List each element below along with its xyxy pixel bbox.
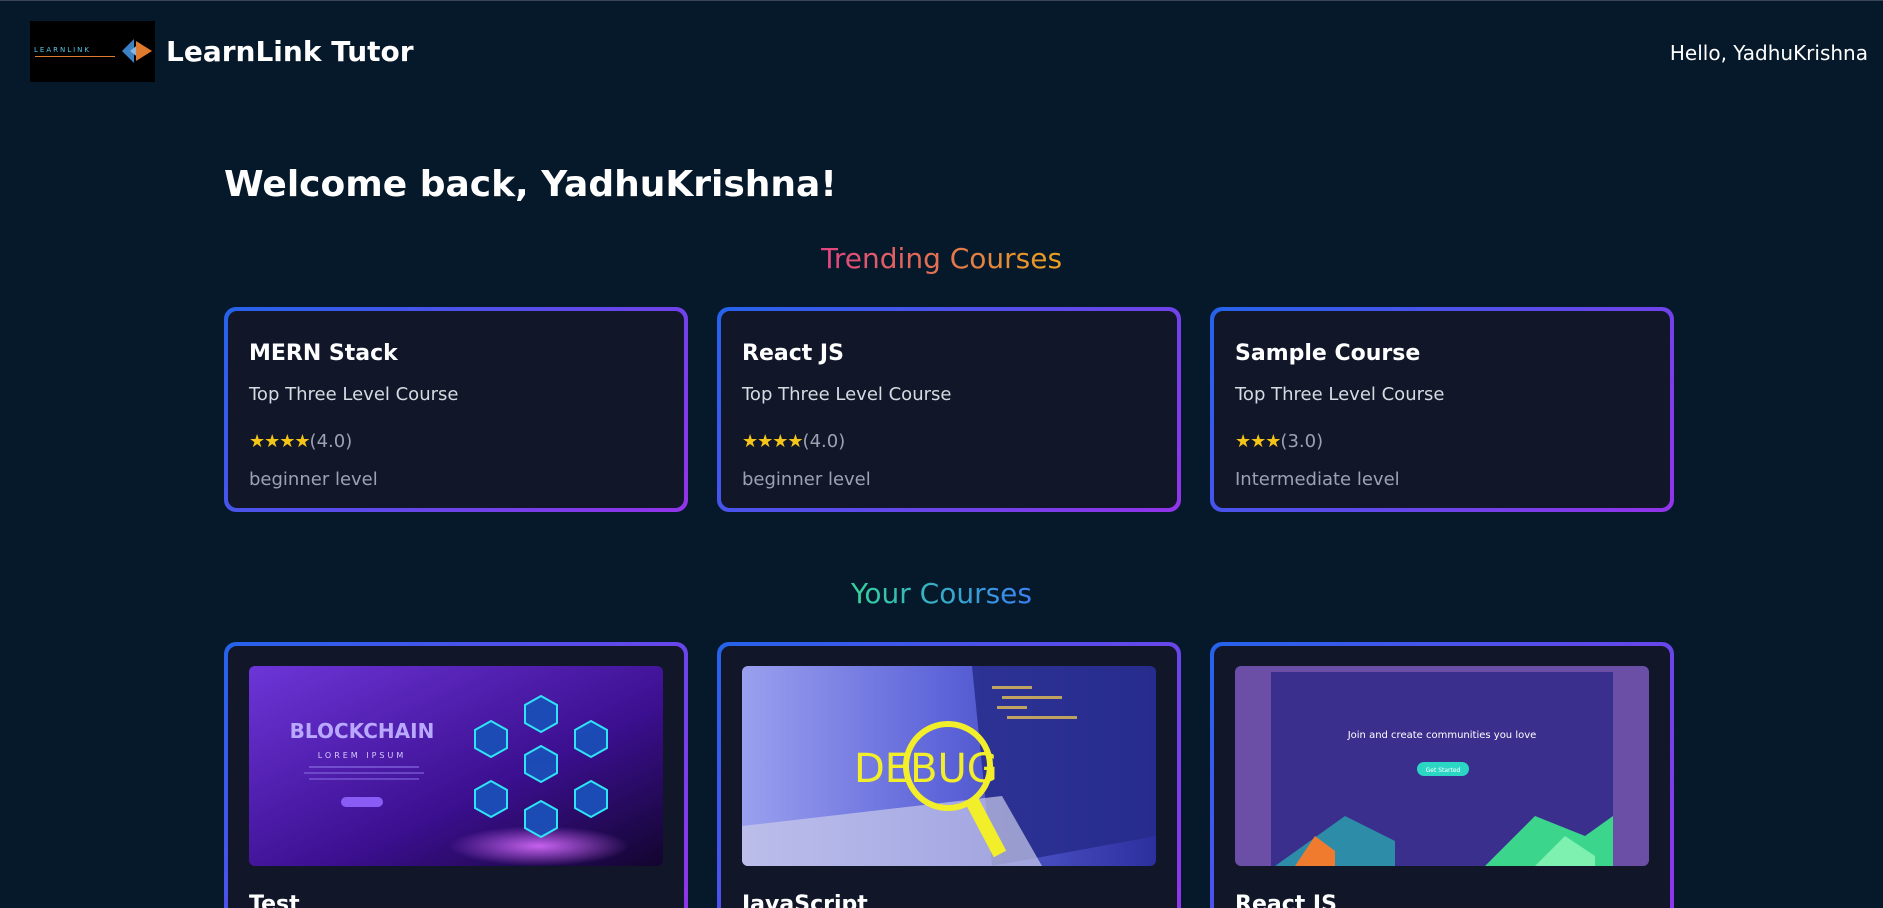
- course-level: beginner level: [249, 469, 378, 490]
- thumbnail-button: Get Started: [1426, 767, 1461, 774]
- your-course-card[interactable]: Join and create communities you love Get…: [1210, 642, 1674, 908]
- trending-course-card[interactable]: MERN Stack Top Three Level Course ★★★★(4…: [224, 307, 688, 512]
- thumbnail-title: DEBUG: [854, 746, 998, 792]
- course-subtitle: Top Three Level Course: [1235, 384, 1445, 405]
- course-subtitle: Top Three Level Course: [742, 384, 952, 405]
- rating-value: (3.0): [1280, 431, 1324, 452]
- course-title: MERN Stack: [249, 341, 398, 366]
- rating-value: (4.0): [309, 431, 353, 452]
- logo-underline: [35, 56, 115, 57]
- your-course-card[interactable]: BLOCKCHAIN LOREM IPSUM Test: [224, 642, 688, 908]
- debug-thumbnail[interactable]: DEBUG: [742, 666, 1156, 866]
- thumbnail-title: BLOCKCHAIN: [290, 719, 435, 743]
- course-rating: ★★★★(4.0): [249, 431, 352, 452]
- trending-course-card[interactable]: Sample Course Top Three Level Course ★★★…: [1210, 307, 1674, 512]
- course-title: Test: [249, 892, 300, 908]
- your-course-card[interactable]: DEBUG JavaScript: [717, 642, 1181, 908]
- trending-courses-heading: Trending Courses: [0, 242, 1883, 275]
- thumbnail-subtitle: LOREM IPSUM: [318, 751, 407, 760]
- course-rating: ★★★★(4.0): [742, 431, 845, 452]
- logo-text: LEARNLINK: [34, 46, 92, 54]
- rating-value: (4.0): [802, 431, 846, 452]
- your-courses-title: Your Courses: [850, 577, 1032, 610]
- course-level: Intermediate level: [1235, 469, 1400, 490]
- course-title: React JS: [1235, 892, 1337, 908]
- user-greeting[interactable]: Hello, YadhuKrishna: [1670, 41, 1868, 65]
- course-subtitle: Top Three Level Course: [249, 384, 459, 405]
- star-icons: ★★★★: [742, 431, 804, 452]
- blockchain-thumbnail[interactable]: BLOCKCHAIN LOREM IPSUM: [249, 666, 663, 866]
- course-title: React JS: [742, 341, 844, 366]
- course-rating: ★★★(3.0): [1235, 431, 1323, 452]
- star-icons: ★★★★: [249, 431, 311, 452]
- thumbnail-text: Join and create communities you love: [1347, 730, 1537, 741]
- trending-course-card[interactable]: React JS Top Three Level Course ★★★★(4.0…: [717, 307, 1181, 512]
- your-courses-heading: Your Courses: [0, 577, 1883, 610]
- trending-courses-title: Trending Courses: [820, 242, 1063, 275]
- logo[interactable]: LEARNLINK: [30, 21, 155, 82]
- welcome-heading: Welcome back, YadhuKrishna!: [224, 164, 837, 205]
- star-icons: ★★★: [1235, 431, 1281, 452]
- course-title: JavaScript: [742, 892, 868, 908]
- brand-name[interactable]: LearnLink Tutor: [166, 35, 414, 68]
- course-level: beginner level: [742, 469, 871, 490]
- play-logo-icon: [122, 39, 152, 63]
- top-header: LEARNLINK LearnLink Tutor Hello, YadhuKr…: [0, 1, 1883, 105]
- course-title: Sample Course: [1235, 341, 1421, 366]
- community-thumbnail[interactable]: Join and create communities you love Get…: [1235, 666, 1649, 866]
